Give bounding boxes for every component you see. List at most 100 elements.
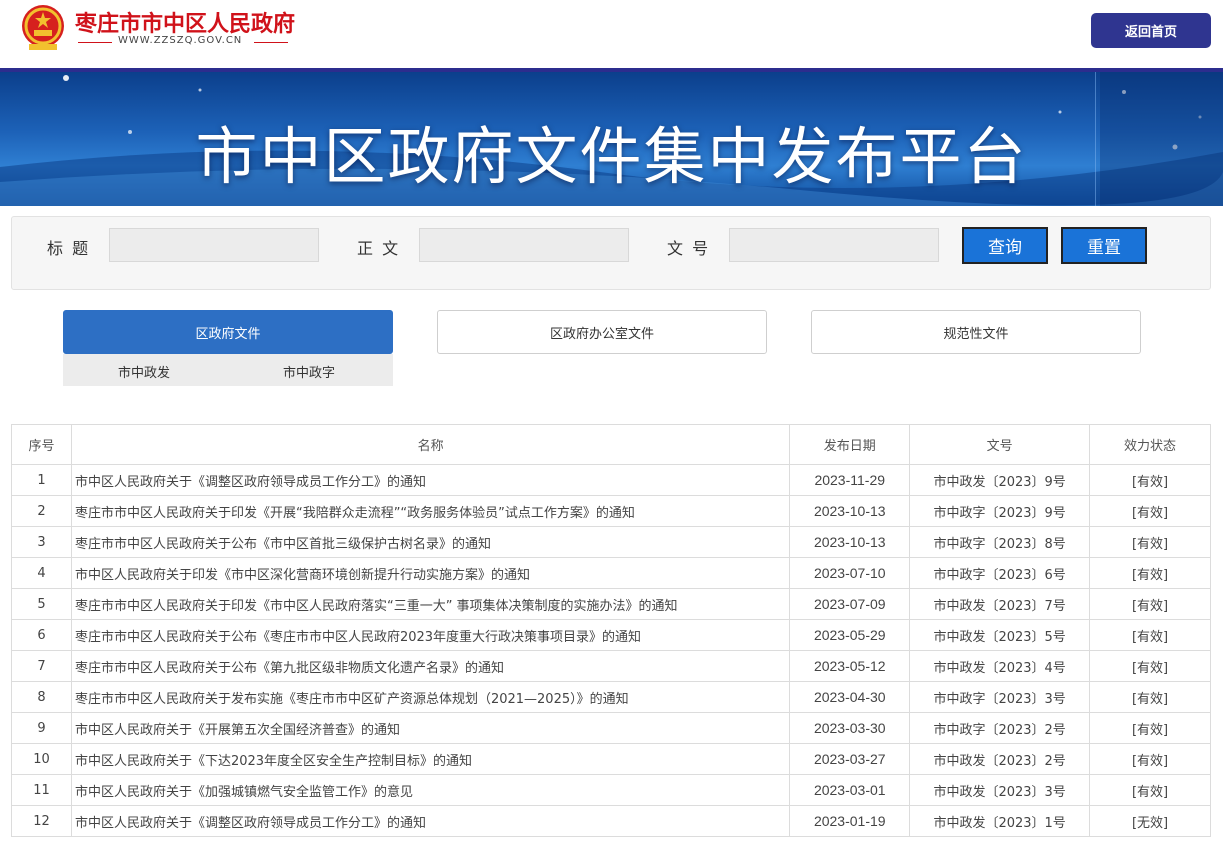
table-row[interactable]: 7 枣庄市市中区人民政府关于公布《第九批区级非物质文化遗产名录》的通知 2023-0…	[11, 650, 1211, 682]
document-number: 市中政发〔2023〕7号	[909, 588, 1091, 620]
document-title-link[interactable]: 市中区人民政府关于《开展第五次全国经济普查》的通知	[70, 712, 791, 744]
table-header-row: 序号 名称 发布日期 文号 效力状态	[11, 424, 1211, 465]
document-title-link[interactable]: 枣庄市市中区人民政府关于公布《市中区首批三级保护古树名录》的通知	[70, 526, 791, 558]
table-row[interactable]: 5 枣庄市市中区人民政府关于印发《市中区人民政府落实“三重一大” 事项集体决策制度…	[11, 588, 1211, 620]
row-number: 2	[11, 495, 72, 527]
row-number: 9	[11, 712, 72, 744]
validity-status: [有效]	[1089, 557, 1211, 589]
site-url-row: WWW.ZZSZQ.GOV.CN	[78, 35, 288, 49]
document-number: 市中政发〔2023〕5号	[909, 619, 1091, 651]
publish-date: 2023-10-13	[789, 495, 911, 527]
publish-date: 2023-03-27	[789, 743, 911, 775]
publish-date: 2023-05-29	[789, 619, 911, 651]
publish-date: 2023-11-29	[789, 464, 911, 496]
table-row[interactable]: 8 枣庄市市中区人民政府关于发布实施《枣庄市市中区矿产资源总体规划（2021—20…	[11, 681, 1211, 713]
publish-date: 2023-03-30	[789, 712, 911, 744]
validity-status: [有效]	[1089, 464, 1211, 496]
row-number: 3	[11, 526, 72, 558]
banner-title: 市中区政府文件集中发布平台	[195, 120, 1028, 193]
document-number: 市中政发〔2023〕9号	[909, 464, 1091, 496]
row-number: 4	[11, 557, 72, 589]
table-row[interactable]: 9 市中区人民政府关于《开展第五次全国经济普查》的通知 2023-03-30 市中政字…	[11, 712, 1211, 744]
document-number: 市中政发〔2023〕1号	[909, 805, 1091, 837]
publish-date: 2023-04-30	[789, 681, 911, 713]
validity-status: [有效]	[1089, 650, 1211, 682]
document-number: 市中政字〔2023〕9号	[909, 495, 1091, 527]
tab-normative-files[interactable]: 规范性文件	[811, 310, 1141, 354]
site-url: WWW.ZZSZQ.GOV.CN	[118, 35, 243, 46]
validity-status: [有效]	[1089, 743, 1211, 775]
home-button[interactable]: 返回首页	[1091, 13, 1211, 48]
search-panel: 标 题 正 文 文 号 查询 重置	[11, 216, 1211, 290]
document-title-link[interactable]: 市中区人民政府关于《调整区政府领导成员工作分工》的通知	[70, 805, 791, 837]
document-title-link[interactable]: 市中区人民政府关于《调整区政府领导成员工作分工》的通知	[70, 464, 791, 496]
tab-district-office-files[interactable]: 区政府办公室文件	[437, 310, 767, 354]
row-number: 5	[11, 588, 72, 620]
row-number: 8	[11, 681, 72, 713]
row-number: 1	[11, 464, 72, 496]
document-title-link[interactable]: 枣庄市市中区人民政府关于发布实施《枣庄市市中区矿产资源总体规划（2021—202…	[70, 681, 791, 713]
col-header-date: 发布日期	[789, 424, 911, 465]
table-row[interactable]: 11 市中区人民政府关于《加强城镇燃气安全监管工作》的意见 2023-03-01 市中…	[11, 774, 1211, 806]
table-row[interactable]: 4 市中区人民政府关于印发《市中区深化营商环境创新提升行动实施方案》的通知 2023…	[11, 557, 1211, 589]
document-number: 市中政发〔2023〕4号	[909, 650, 1091, 682]
table-row[interactable]: 1 市中区人民政府关于《调整区政府领导成员工作分工》的通知 2023-11-29 市中…	[11, 464, 1211, 496]
validity-status: [无效]	[1089, 805, 1211, 837]
validity-status: [有效]	[1089, 588, 1211, 620]
site-name: 枣庄市市中区人民政府	[75, 12, 296, 37]
subtab-shizhong-zhengfa[interactable]: 市中政发	[118, 362, 170, 381]
body-label: 正 文	[357, 239, 401, 258]
document-title-link[interactable]: 市中区人民政府关于《下达2023年度全区安全生产控制目标》的通知	[70, 743, 791, 775]
body-input[interactable]	[419, 228, 629, 262]
document-title-link[interactable]: 枣庄市市中区人民政府关于印发《市中区人民政府落实“三重一大” 事项集体决策制度的…	[70, 588, 791, 620]
col-header-name: 名称	[70, 424, 791, 465]
document-number: 市中政字〔2023〕3号	[909, 681, 1091, 713]
publish-date: 2023-10-13	[789, 526, 911, 558]
tab-district-government-files[interactable]: 区政府文件	[63, 310, 393, 354]
banner: 市中区政府文件集中发布平台	[0, 72, 1223, 206]
table-row[interactable]: 10 市中区人民政府关于《下达2023年度全区安全生产控制目标》的通知 2023-0…	[11, 743, 1211, 775]
subtab-shizhong-zhengzi[interactable]: 市中政字	[283, 362, 335, 381]
subtab-bar: 市中政发 市中政字	[63, 354, 393, 386]
docno-input[interactable]	[729, 228, 939, 262]
document-number: 市中政字〔2023〕8号	[909, 526, 1091, 558]
reset-button[interactable]: 重置	[1061, 227, 1147, 264]
document-number: 市中政字〔2023〕6号	[909, 557, 1091, 589]
table-row[interactable]: 2 枣庄市市中区人民政府关于印发《开展“我陪群众走流程”“政务服务体验员”试点工作…	[11, 495, 1211, 527]
national-emblem-icon	[20, 4, 66, 52]
validity-status: [有效]	[1089, 681, 1211, 713]
validity-status: [有效]	[1089, 495, 1211, 527]
publish-date: 2023-03-01	[789, 774, 911, 806]
document-title-link[interactable]: 枣庄市市中区人民政府关于公布《第九批区级非物质文化遗产名录》的通知	[70, 650, 791, 682]
title-input[interactable]	[109, 228, 319, 262]
col-header-no: 序号	[11, 424, 72, 465]
document-number: 市中政发〔2023〕3号	[909, 774, 1091, 806]
decor-line	[78, 42, 112, 43]
site-header: 枣庄市市中区人民政府 WWW.ZZSZQ.GOV.CN 返回首页	[0, 0, 1223, 68]
row-number: 10	[11, 743, 72, 775]
title-label: 标 题	[47, 239, 91, 258]
validity-status: [有效]	[1089, 619, 1211, 651]
validity-status: [有效]	[1089, 526, 1211, 558]
document-title-link[interactable]: 市中区人民政府关于印发《市中区深化营商环境创新提升行动实施方案》的通知	[70, 557, 791, 589]
publish-date: 2023-07-10	[789, 557, 911, 589]
row-number: 7	[11, 650, 72, 682]
row-number: 12	[11, 805, 72, 837]
document-title-link[interactable]: 市中区人民政府关于《加强城镇燃气安全监管工作》的意见	[70, 774, 791, 806]
row-number: 11	[11, 774, 72, 806]
document-title-link[interactable]: 枣庄市市中区人民政府关于公布《枣庄市市中区人民政府2023年度重大行政决策事项目…	[70, 619, 791, 651]
table-row[interactable]: 6 枣庄市市中区人民政府关于公布《枣庄市市中区人民政府2023年度重大行政决策事项…	[11, 619, 1211, 651]
docno-label: 文 号	[667, 239, 711, 258]
validity-status: [有效]	[1089, 774, 1211, 806]
col-header-status: 效力状态	[1089, 424, 1211, 465]
table-row[interactable]: 12 市中区人民政府关于《调整区政府领导成员工作分工》的通知 2023-01-19 市…	[11, 805, 1211, 837]
publish-date: 2023-05-12	[789, 650, 911, 682]
decor-line	[254, 42, 288, 43]
document-number: 市中政字〔2023〕2号	[909, 712, 1091, 744]
query-button[interactable]: 查询	[962, 227, 1048, 264]
col-header-docno: 文号	[909, 424, 1091, 465]
validity-status: [有效]	[1089, 712, 1211, 744]
table-row[interactable]: 3 枣庄市市中区人民政府关于公布《市中区首批三级保护古树名录》的通知 2023-10…	[11, 526, 1211, 558]
document-title-link[interactable]: 枣庄市市中区人民政府关于印发《开展“我陪群众走流程”“政务服务体验员”试点工作方…	[70, 495, 791, 527]
document-number: 市中政发〔2023〕2号	[909, 743, 1091, 775]
